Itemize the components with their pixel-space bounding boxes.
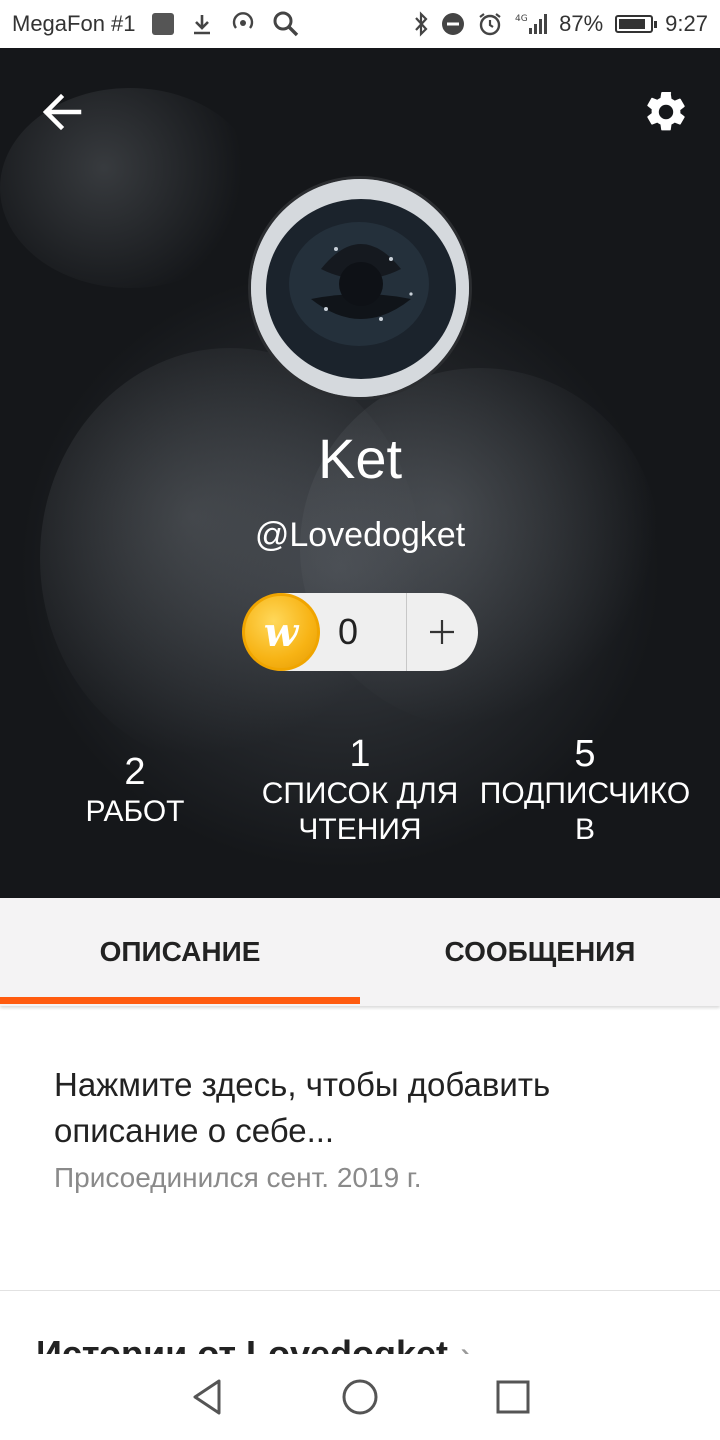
signal-icon: 4G [515,11,548,37]
download-icon [190,12,214,36]
system-nav-bar [0,1354,720,1440]
nav-back-button[interactable] [177,1367,237,1427]
profile-header: Ket @Lovedogket w 0 2 РАБОТ 1 СПИСОК ДЛЯ… [0,48,720,898]
section-divider [0,1290,720,1291]
avatar[interactable] [248,176,472,400]
reading-list-label-line1: СПИСОК ДЛЯ [261,777,459,810]
nav-home-button[interactable] [330,1367,390,1427]
display-name: Ket [317,427,403,490]
carrier-name: MegaFon #1 [12,11,136,36]
search-icon [272,10,300,38]
coin-balance-pill: w 0 [242,593,478,671]
add-description-prompt[interactable]: Нажмите здесь, чтобы добавить описание о… [54,1062,674,1154]
settings-button[interactable] [638,84,694,140]
followers-label-line1: ПОДПИСЧИКО [479,777,691,810]
profile-stats: 2 РАБОТ 1 СПИСОК ДЛЯ ЧТЕНИЯ 5 ПОДПИСЧИКО… [0,728,720,868]
battery-percent: 87% [559,11,604,36]
arrow-left-icon [42,93,82,131]
nav-recents-button[interactable] [483,1367,543,1427]
svg-text:4G: 4G [515,14,528,24]
reading-list-count: 1 [349,733,371,775]
profile-tabs: ОПИСАНИЕ СООБЩЕНИЯ [0,898,720,1006]
works-count: 2 [124,751,146,793]
works-stat[interactable]: 2 РАБОТ [60,750,210,830]
square-recents-icon [496,1380,530,1414]
battery-icon [615,15,658,33]
tab-about[interactable]: ОПИСАНИЕ [0,898,360,1006]
hotspot-icon [230,12,256,36]
add-coins-button[interactable] [407,593,477,671]
tab-messages[interactable]: СООБЩЕНИЯ [360,898,720,1006]
joined-date: Присоединился сент. 2019 г. [54,1162,422,1193]
app-notification-icon [151,13,174,35]
username: @Lovedogket [254,516,466,554]
followers-label-line2: В [574,813,595,846]
plus-icon [430,620,454,644]
about-section: Нажмите здесь, чтобы добавить описание о… [54,1062,674,1194]
followers-stat[interactable]: 5 ПОДПИСЧИКО В [470,732,700,848]
status-bar: MegaFon #1 4G 87% 9:27 [0,0,720,48]
gear-icon [647,91,685,131]
clock: 9:27 [665,11,708,36]
works-label: РАБОТ [85,795,185,828]
back-button[interactable] [34,84,90,140]
rose-avatar-image [251,179,469,397]
reading-list-stat[interactable]: 1 СПИСОК ДЛЯ ЧТЕНИЯ [240,732,480,848]
circle-home-icon [342,1379,378,1415]
wattpad-coin-icon: w [242,593,320,671]
reading-list-label-line2: ЧТЕНИЯ [298,813,422,846]
bluetooth-icon [413,11,429,37]
coin-count: 0 [338,611,359,652]
triangle-back-icon [193,1379,221,1415]
alarm-icon [477,11,503,37]
do-not-disturb-icon [441,12,465,36]
followers-count: 5 [574,733,596,775]
